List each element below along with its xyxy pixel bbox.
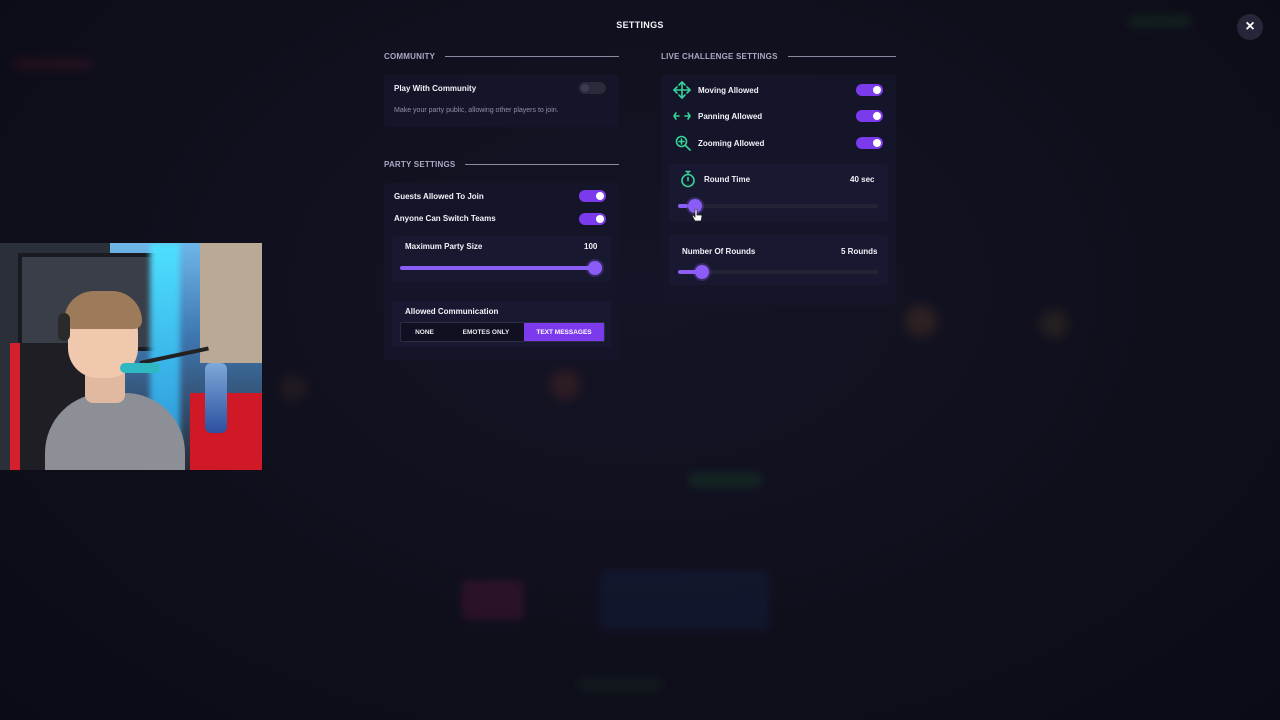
party-settings-heading: PARTY SETTINGS [384, 160, 619, 169]
communication-option-emotes-only[interactable]: EMOTES ONLY [448, 323, 524, 341]
zooming-allowed-label: Zooming Allowed [698, 139, 765, 148]
toggle-knob [873, 112, 881, 120]
rounds-slider-thumb[interactable] [695, 265, 709, 279]
round-time-slider-fill [678, 204, 688, 208]
rounds-value: 5 Rounds [841, 247, 878, 256]
live-challenge-panel: Moving Allowed Panning Allowed Zooming A… [661, 75, 896, 305]
max-party-size-slider-fill [400, 266, 602, 270]
move-arrows-icon [673, 81, 691, 99]
toggle-knob [873, 86, 881, 94]
max-party-size-value: 100 [584, 242, 598, 251]
stage: SETTINGS × COMMUNITY Play With Community… [0, 0, 1280, 720]
rounds-slider[interactable] [678, 265, 878, 279]
play-with-community-label: Play With Community [394, 84, 477, 93]
close-button[interactable]: × [1237, 14, 1263, 40]
background-pink-shape [462, 580, 524, 620]
community-heading: COMMUNITY [384, 52, 619, 61]
panning-allowed-label: Panning Allowed [698, 112, 763, 121]
zoom-icon [675, 135, 691, 151]
toggle-knob [873, 139, 881, 147]
toggle-knob [596, 215, 604, 223]
communication-option-text-messages[interactable]: TEXT MESSAGES [524, 323, 604, 341]
background-avatar [1040, 310, 1068, 338]
round-time-value: 40 sec [850, 175, 875, 184]
webcam-person-hair [64, 291, 142, 329]
live-challenge-heading-label: LIVE CHALLENGE SETTINGS [661, 52, 778, 61]
switch-teams-toggle[interactable] [579, 213, 606, 225]
communication-selector: NONE EMOTES ONLY TEXT MESSAGES [400, 322, 605, 342]
communication-card: Allowed Communication NONE EMOTES ONLY T… [392, 301, 611, 347]
close-icon: × [1245, 18, 1255, 35]
community-heading-label: COMMUNITY [384, 52, 436, 61]
moving-allowed-label: Moving Allowed [698, 86, 759, 95]
max-party-size-label: Maximum Party Size [405, 242, 483, 251]
round-time-card: Round Time 40 sec [669, 164, 888, 222]
background-bottom-button [578, 678, 662, 692]
pointer-cursor-icon [691, 209, 703, 222]
party-settings-panel: Guests Allowed To Join Anyone Can Switch… [384, 183, 619, 360]
guests-allowed-toggle[interactable] [579, 190, 606, 202]
background-rainbow-shape [600, 570, 770, 630]
communication-label: Allowed Communication [405, 307, 499, 316]
live-challenge-heading: LIVE CHALLENGE SETTINGS [661, 52, 896, 61]
panning-allowed-toggle[interactable] [856, 110, 883, 122]
rounds-label: Number Of Rounds [682, 247, 756, 256]
webcam-headset [58, 313, 70, 341]
pan-arrows-icon [673, 112, 691, 120]
max-party-size-card: Maximum Party Size 100 [392, 236, 611, 282]
round-time-slider[interactable] [678, 199, 878, 213]
party-settings-heading-label: PARTY SETTINGS [384, 160, 456, 169]
webcam-overlay [0, 243, 262, 470]
background-avatar [280, 375, 306, 401]
background-avatar [905, 305, 937, 337]
guests-allowed-label: Guests Allowed To Join [394, 192, 484, 201]
divider [445, 56, 619, 57]
switch-teams-label: Anyone Can Switch Teams [394, 214, 496, 223]
round-time-label: Round Time [704, 175, 751, 184]
moving-allowed-toggle[interactable] [856, 84, 883, 96]
background-avatar [550, 370, 580, 400]
divider [465, 164, 619, 165]
divider [787, 56, 896, 57]
toggle-knob [596, 192, 604, 200]
max-party-size-slider[interactable] [400, 261, 602, 275]
zooming-allowed-toggle[interactable] [856, 137, 883, 149]
play-with-community-toggle[interactable] [579, 82, 606, 94]
max-party-size-slider-thumb[interactable] [588, 261, 602, 275]
webcam-microphone [120, 363, 160, 373]
webcam-acoustic-panel [200, 243, 262, 363]
stopwatch-icon [681, 170, 695, 188]
page-title: SETTINGS [616, 20, 664, 30]
community-description: Make your party public, allowing other p… [394, 107, 559, 114]
webcam-bottle [205, 363, 227, 433]
community-panel: Play With Community Make your party publ… [384, 75, 619, 127]
background-top-left-logo [14, 58, 94, 70]
communication-option-none[interactable]: NONE [401, 323, 448, 341]
rounds-card: Number Of Rounds 5 Rounds [669, 235, 888, 285]
background-green-button [688, 472, 762, 488]
toggle-knob [581, 84, 589, 92]
